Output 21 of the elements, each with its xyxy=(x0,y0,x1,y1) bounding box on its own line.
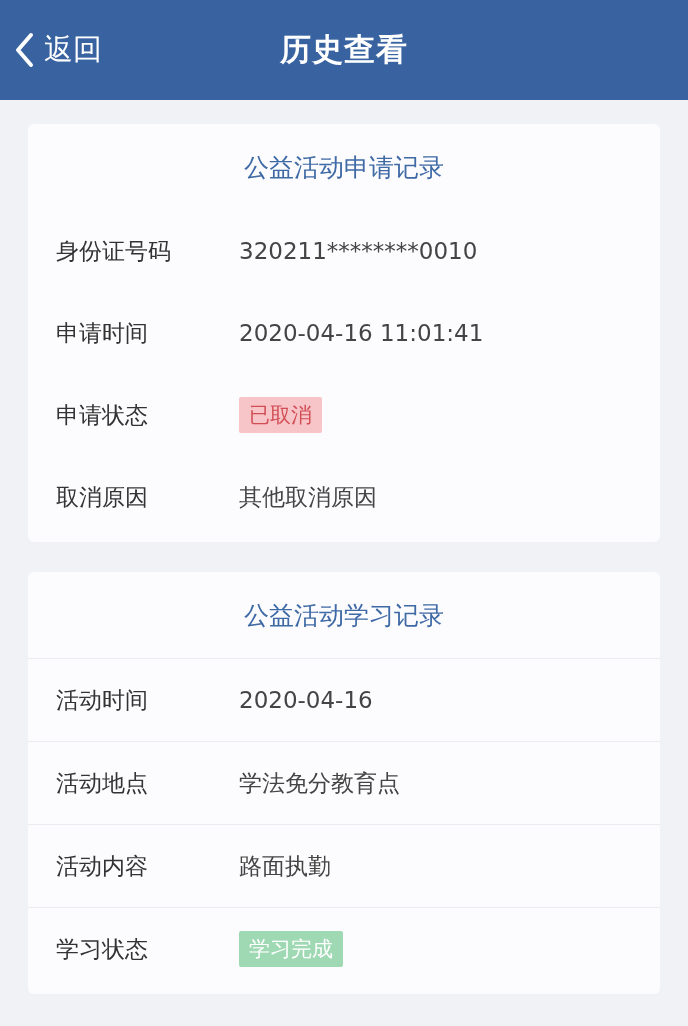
field-label: 活动时间 xyxy=(56,685,149,715)
field-value: 2020-04-16 11:01:41 xyxy=(239,320,484,346)
back-button[interactable]: 返回 xyxy=(14,30,102,70)
field-label: 活动内容 xyxy=(56,851,149,881)
field-label: 申请状态 xyxy=(56,400,149,430)
card-title: 公益活动申请记录 xyxy=(243,151,445,184)
field-label: 身份证号码 xyxy=(56,236,172,266)
status-badge: 已取消 xyxy=(239,397,322,433)
field-value: 320211********0010 xyxy=(239,238,478,264)
field-label: 活动地点 xyxy=(56,768,149,798)
back-chevron-icon xyxy=(14,32,34,68)
field-label: 申请时间 xyxy=(56,318,149,348)
field-label: 取消原因 xyxy=(56,482,149,512)
field-value: 路面执勤 xyxy=(239,851,331,881)
page-title: 历史查看 xyxy=(280,30,408,69)
field-value: 2020-04-16 xyxy=(239,687,373,713)
field-value: 其他取消原因 xyxy=(239,482,377,512)
status-badge: 学习完成 xyxy=(239,931,343,967)
field-value: 学法免分教育点 xyxy=(239,768,400,798)
card-title: 公益活动学习记录 xyxy=(243,599,445,632)
field-label: 学习状态 xyxy=(56,934,149,964)
